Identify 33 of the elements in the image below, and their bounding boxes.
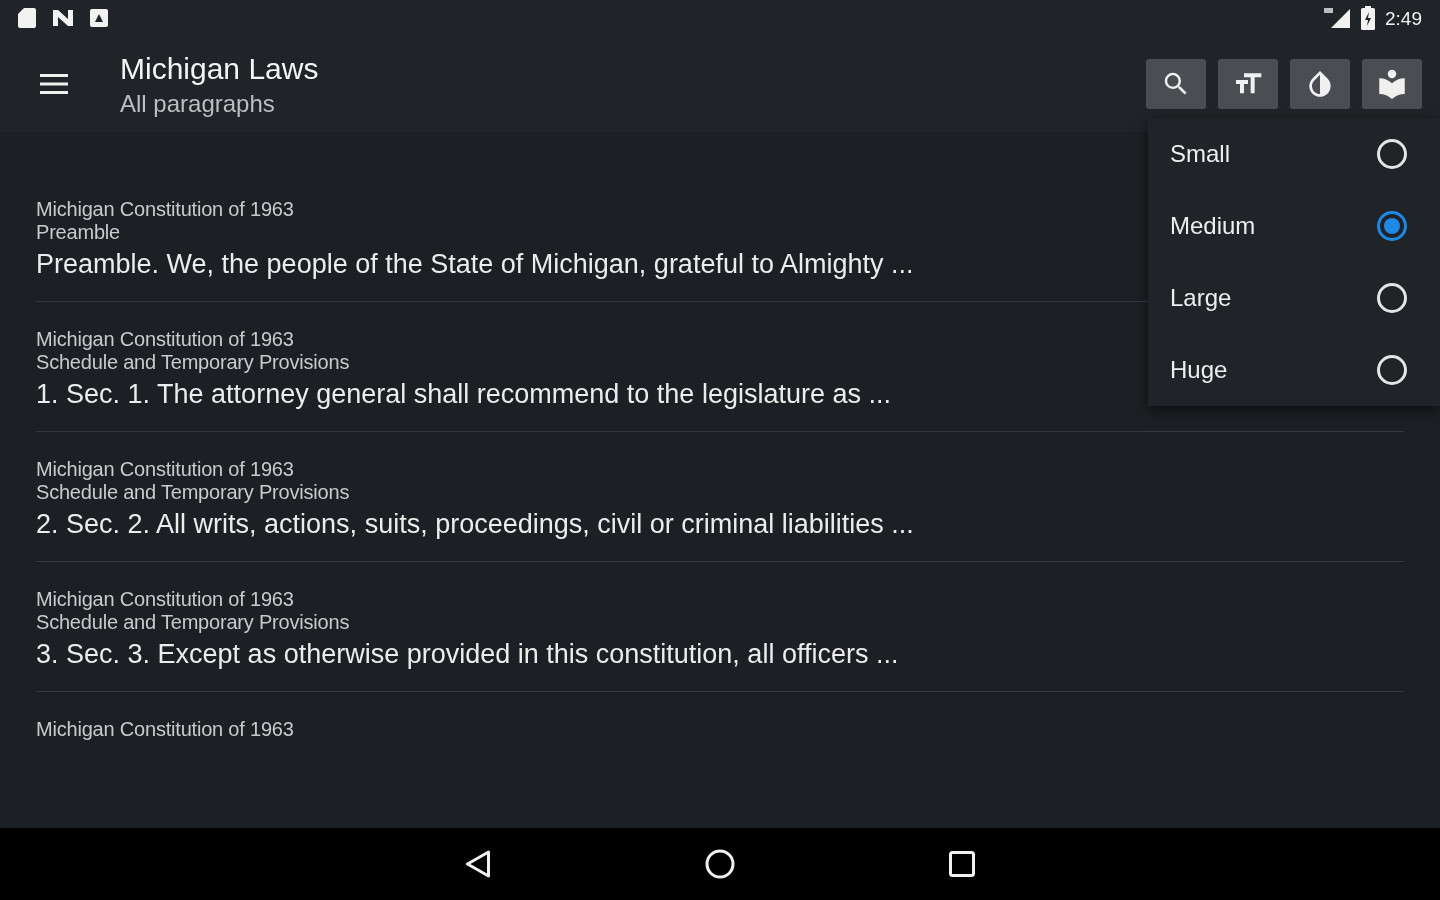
source-text: Michigan Constitution of 1963 bbox=[36, 328, 294, 351]
paragraph-text: Preamble. We, the people of the State of Michigan, grateful to Almighty ... bbox=[36, 248, 914, 281]
source-text: Michigan Constitution of 1963 bbox=[36, 588, 294, 611]
section-text: Schedule and Temporary Provisions bbox=[36, 611, 350, 634]
menu-button[interactable] bbox=[40, 73, 68, 95]
image-notification-icon bbox=[90, 9, 108, 27]
paragraph-text: 1. Sec. 1. The attorney general shall recommend to the legislature as ... bbox=[36, 378, 891, 411]
paragraph-list-item[interactable]: Michigan Constitution of 1963 bbox=[36, 692, 1404, 741]
section-text: Schedule and Temporary Provisions bbox=[36, 351, 350, 374]
paragraph-list-item[interactable]: Michigan Constitution of 1963 Schedule and Temporary Provisions 2. Sec. 2. All writs, actions, suits, proceedings, civil or criminal liabilities ... bbox=[36, 432, 1404, 562]
reader-button[interactable] bbox=[1362, 59, 1422, 109]
back-icon bbox=[465, 850, 491, 878]
text-size-button[interactable] bbox=[1218, 59, 1278, 109]
section-text: Preamble bbox=[36, 221, 120, 244]
search-button[interactable] bbox=[1146, 59, 1206, 109]
notification-icon bbox=[52, 9, 74, 27]
clock-time: 2:49 bbox=[1385, 8, 1422, 28]
signal-icon bbox=[1323, 7, 1351, 29]
source-text: Michigan Constitution of 1963 bbox=[36, 198, 294, 221]
source-text: Michigan Constitution of 1963 bbox=[36, 458, 294, 481]
source-text: Michigan Constitution of 1963 bbox=[36, 718, 294, 741]
paragraph-text: 3. Sec. 3. Except as otherwise provided in this constitution, all officers ... bbox=[36, 638, 899, 671]
paragraph-list-item[interactable]: Michigan Constitution of 1963 Schedule and Temporary Provisions 3. Sec. 3. Except as otherwise provided in this constitution, all officers ... bbox=[36, 562, 1404, 692]
sd-card-icon bbox=[18, 8, 36, 28]
menu-icon bbox=[40, 74, 68, 94]
paragraph-text: 2. Sec. 2. All writs, actions, suits, proceedings, civil or criminal liabilities ... bbox=[36, 508, 914, 541]
app-subtitle: All paragraphs bbox=[120, 89, 275, 118]
contrast-button[interactable] bbox=[1290, 59, 1350, 109]
app-title: Michigan Laws bbox=[120, 50, 319, 87]
home-icon bbox=[705, 849, 735, 879]
battery-icon bbox=[1361, 6, 1375, 30]
section-text: Schedule and Temporary Provisions bbox=[36, 481, 350, 504]
recents-icon bbox=[949, 851, 975, 877]
